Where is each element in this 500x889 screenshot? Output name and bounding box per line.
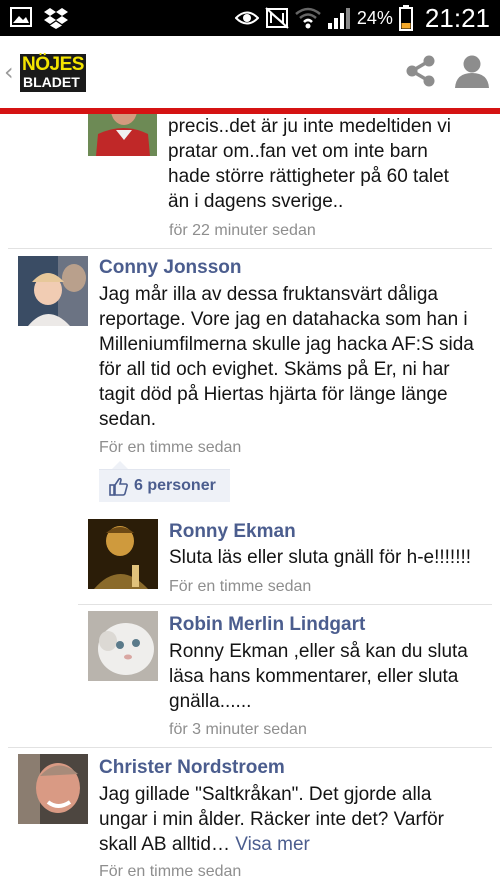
profile-icon[interactable]: [454, 54, 490, 88]
avatar[interactable]: [18, 754, 88, 824]
eye-icon: [234, 11, 259, 25]
likes-box[interactable]: 6 personer: [99, 469, 230, 502]
likes-caret: [112, 461, 128, 469]
comment-timestamp: för 22 minuter sedan: [169, 222, 316, 239]
wifi-icon: [295, 7, 321, 29]
comment-timestamp: För en timme sedan: [169, 578, 312, 595]
battery-percent: 24%: [356, 7, 393, 28]
status-right-icons: 24% 21:21: [234, 0, 490, 36]
comment-author[interactable]: Christer Nordstroem: [99, 757, 285, 779]
status-left-icons: [10, 7, 68, 29]
battery-icon: [398, 5, 413, 31]
avatar[interactable]: [88, 519, 158, 589]
likes-count: 6 personer: [134, 477, 216, 494]
nfc-icon: [265, 7, 289, 29]
comment-feed[interactable]: precis..det är ju inte medeltiden vi pra…: [0, 114, 500, 889]
back-chevron-icon[interactable]: ‹: [4, 58, 14, 86]
logo-line2: BLADET: [23, 74, 80, 90]
comment-text: Jag gillade "Saltkråkan". Det gjorde all…: [99, 782, 484, 857]
comment-author[interactable]: Ronny Ekman: [169, 521, 296, 543]
comment-text: precis..det är ju inte medeltiden vi pra…: [168, 116, 452, 212]
comment-timestamp: för 3 minuter sedan: [169, 721, 307, 738]
comment-timestamp: För en timme sedan: [99, 863, 242, 880]
clock: 21:21: [424, 2, 490, 33]
comment-author[interactable]: Robin Merlin Lindgart: [169, 614, 365, 636]
dropbox-icon: [44, 8, 68, 29]
comment-text: Jag mår illa av dessa fruktansvärt dålig…: [99, 284, 474, 430]
app-header: ‹ NÖJES BLADET: [0, 36, 500, 110]
status-bar: 24% 21:21: [0, 0, 500, 36]
avatar[interactable]: [18, 256, 88, 326]
logo-line1: NÖJES: [22, 54, 84, 75]
comment-text: Ronny Ekman ,eller så kan du sluta läsa …: [169, 641, 468, 712]
gallery-icon: [10, 7, 32, 27]
share-icon[interactable]: [404, 54, 438, 88]
avatar[interactable]: [88, 611, 158, 681]
nojesbladet-logo[interactable]: NÖJES BLADET: [20, 54, 86, 92]
comment-item: precis..det är ju inte medeltiden vi pra…: [0, 114, 500, 248]
see-more-link[interactable]: Visa mer: [235, 834, 310, 855]
thumbs-up-icon: [109, 477, 128, 496]
comment-author[interactable]: Conny Jonsson: [99, 257, 242, 279]
comment-text: Sluta läs eller sluta gnäll för h-e!!!!!…: [169, 547, 472, 568]
signal-icon: [327, 8, 350, 29]
comment-timestamp: För en timme sedan: [99, 439, 242, 456]
avatar[interactable]: [88, 114, 157, 156]
